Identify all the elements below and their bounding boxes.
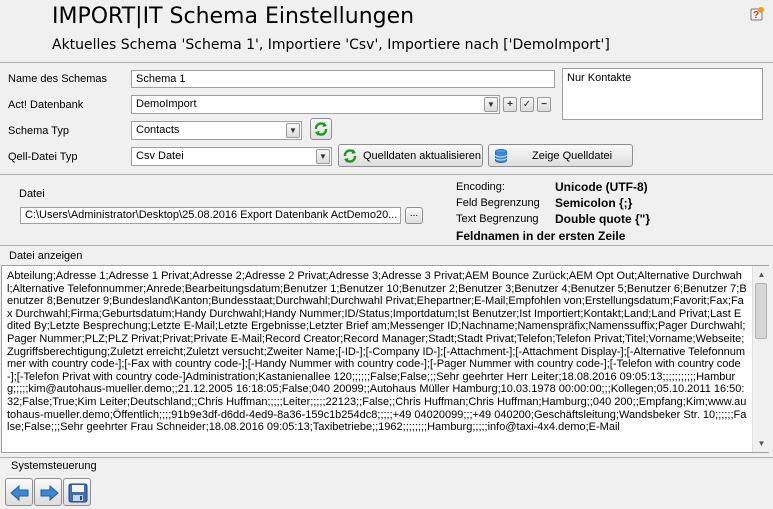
file-path-input[interactable]: C:\Users\Administrator\Desktop\25.08.201… [20,207,401,224]
act-db-value: DemoImport [136,98,197,110]
schema-type-value: Contacts [136,124,180,136]
floppy-disk-icon [68,483,88,503]
file-label: Datei [19,188,45,200]
encoding-value: Unicode (UTF-8) [555,180,648,194]
preview-text: Abteilung;Adresse 1;Adresse 1 Privat;Adr… [7,270,747,434]
page-subtitle: Aktuelles Schema 'Schema 1', Importiere … [52,37,610,53]
refresh-source-label: Quelldaten aktualisieren [363,150,482,162]
source-type-value: Csv Datei [136,150,184,162]
refresh-source-button[interactable]: Quelldaten aktualisieren [338,144,483,167]
database-icon [495,149,507,163]
schema-name-input[interactable]: Schema 1 [131,70,555,88]
show-source-label: Zeige Quelldatei [532,150,613,162]
text-sep-label: Text Begrenzung [456,213,539,225]
svg-text:?: ? [753,10,759,21]
header-divider [0,62,773,63]
preview-label: Datei anzeigen [9,250,83,262]
schema-type-select[interactable]: Contacts ▼ [131,121,302,140]
encoding-label: Encoding: [456,181,505,193]
refresh-icon [314,122,328,136]
chevron-down-icon: ▼ [316,149,330,164]
browse-button[interactable]: ... [405,207,423,224]
save-button[interactable] [63,478,91,506]
notes-textarea[interactable]: Nur Kontakte [562,68,763,120]
scroll-thumb[interactable] [755,283,767,339]
chevron-down-icon: ▼ [286,123,300,138]
help-icon[interactable]: ? [749,6,765,22]
scroll-down-icon[interactable]: ▼ [754,436,769,451]
refresh-icon [343,149,357,163]
add-db-button[interactable]: + [503,97,517,112]
act-db-label: Act! Datenbank [8,99,84,111]
scroll-up-icon[interactable]: ▲ [754,267,769,282]
chevron-down-icon: ▼ [484,97,498,112]
header-row-label: Feldnamen in der ersten Zeile [456,229,626,243]
act-db-select[interactable]: DemoImport ▼ [131,95,500,114]
forward-button[interactable] [34,478,62,506]
form-divider [0,174,773,175]
show-source-button[interactable]: Zeige Quelldatei [488,144,633,167]
field-sep-label: Feld Begrenzung [456,197,540,209]
schema-name-label: Name des Schemas [8,73,108,85]
arrow-right-icon [40,484,59,502]
confirm-db-button[interactable]: ✓ [520,97,534,112]
preview-divider [0,457,773,458]
notes-text: Nur Kontakte [567,72,632,84]
text-sep-value: Double quote {"} [555,212,651,226]
source-type-label: Qell-Datei Typ [8,151,78,163]
page-title: IMPORT|IT Schema Einstellungen [52,4,415,29]
preview-scrollbar[interactable]: ▲ ▼ [752,266,770,452]
preview-textarea[interactable]: Abteilung;Adresse 1;Adresse 1 Privat;Adr… [1,265,770,453]
file-divider [0,245,773,246]
footer-label: Systemsteuerung [11,460,97,472]
arrow-left-icon [10,484,29,502]
refresh-schema-button[interactable] [310,118,332,140]
back-button[interactable] [5,478,33,506]
field-sep-value: Semicolon {;} [555,196,633,210]
remove-db-button[interactable]: − [537,97,551,112]
source-type-select[interactable]: Csv Datei ▼ [131,147,332,166]
schema-type-label: Schema Typ [8,125,69,137]
